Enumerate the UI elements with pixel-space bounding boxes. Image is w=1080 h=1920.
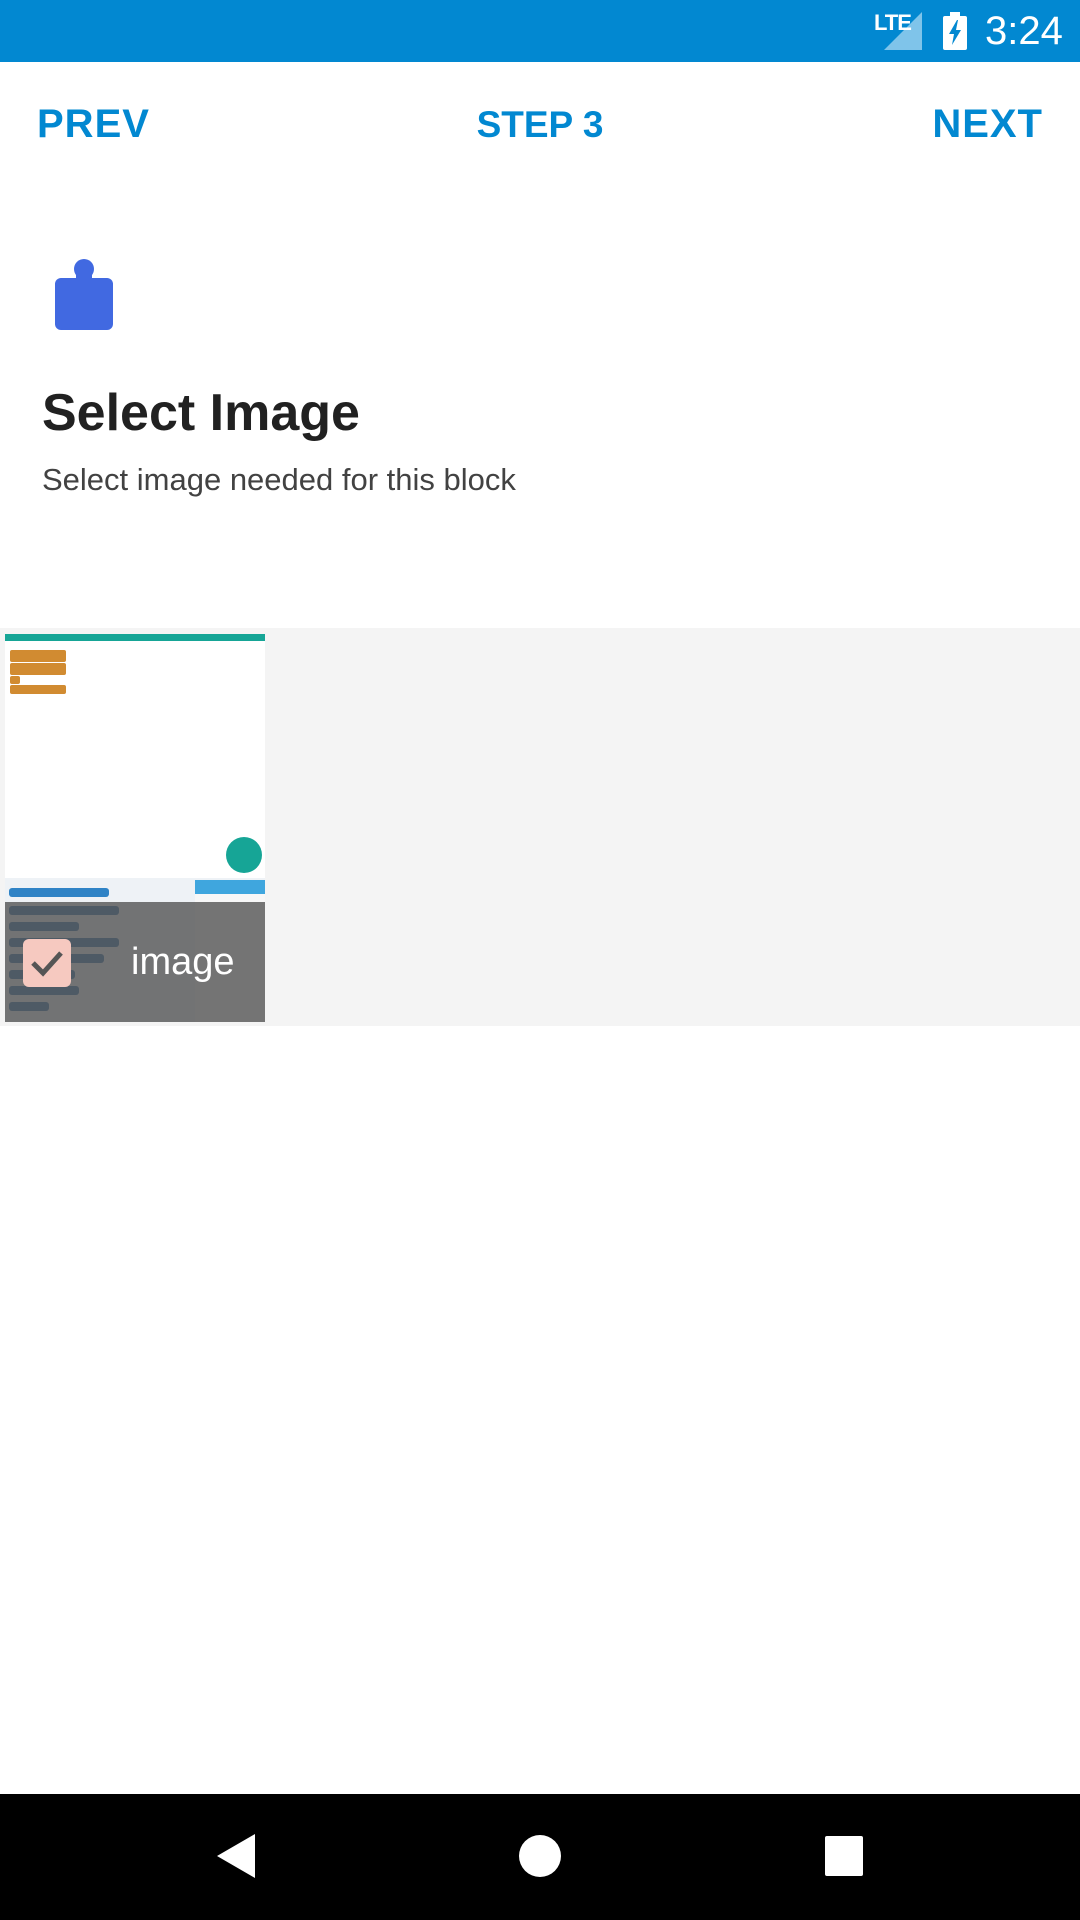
thumbnail-side-header xyxy=(195,880,265,894)
tile-label-overlay: image xyxy=(5,902,265,1022)
thumbnail-line xyxy=(9,888,109,897)
selection-checkbox[interactable] xyxy=(23,939,71,987)
puzzle-piece-icon xyxy=(55,259,113,330)
thumbnail-block xyxy=(10,685,66,694)
status-bar: LTE 3:24 xyxy=(0,0,1080,62)
recents-square-icon[interactable] xyxy=(823,1832,865,1880)
thumbnail-block xyxy=(10,663,66,675)
thumbnail-block xyxy=(10,676,20,684)
thumbnail-block xyxy=(10,650,66,662)
tile-label: image xyxy=(131,941,235,983)
navigation-bar xyxy=(0,1794,1080,1920)
network-type-label: LTE xyxy=(874,10,912,35)
battery-charging-icon xyxy=(943,12,967,50)
back-triangle-icon[interactable] xyxy=(215,1832,257,1880)
image-tile[interactable]: image xyxy=(5,634,265,1022)
thumbnail-topbar xyxy=(5,634,265,641)
step-indicator: STEP 3 xyxy=(476,104,604,145)
page-title: Select Image xyxy=(42,384,360,442)
home-circle-icon[interactable] xyxy=(518,1832,562,1880)
stepper-bar: PREV STEP 3 NEXT xyxy=(0,62,1080,192)
thumbnail-fab xyxy=(226,837,262,873)
check-icon xyxy=(31,951,63,977)
next-button[interactable]: NEXT xyxy=(932,102,1043,147)
page-subtitle: Select image needed for this block xyxy=(42,462,516,497)
image-grid: image xyxy=(0,628,1080,1026)
status-clock: 3:24 xyxy=(985,9,1063,53)
